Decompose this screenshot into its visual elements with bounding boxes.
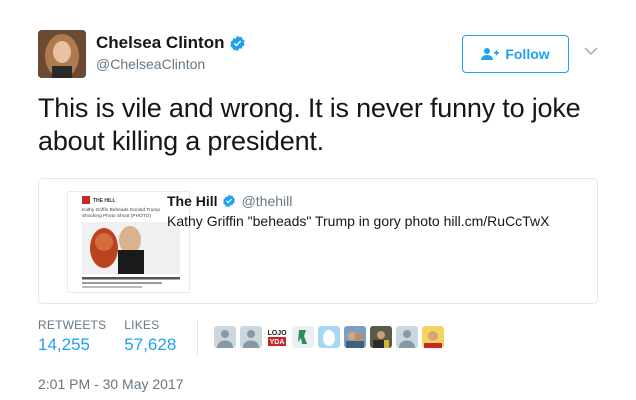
svg-text:LOJO: LOJO <box>267 330 287 337</box>
photo-avatar[interactable] <box>422 326 444 348</box>
chevron-down-icon[interactable] <box>584 46 598 56</box>
likes-stat[interactable]: LIKES 57,628 <box>124 318 176 355</box>
svg-text:Kathy Griffin Beheads Donald T: Kathy Griffin Beheads Donald Trump <box>82 207 160 213</box>
quoted-tweet[interactable]: THE HILL Kathy Griffin Beheads Donald Tr… <box>38 178 598 304</box>
retweets-count[interactable]: 14,255 <box>38 335 106 355</box>
follow-button[interactable]: Follow <box>462 35 569 73</box>
author-name[interactable]: Chelsea Clinton <box>96 33 224 53</box>
author-name-row[interactable]: Chelsea Clinton <box>96 33 246 53</box>
egg-avatar-icon[interactable] <box>318 326 340 348</box>
quoted-author-name[interactable]: The Hill <box>167 193 218 209</box>
photo-avatar[interactable] <box>370 326 392 348</box>
likes-label: LIKES <box>124 318 160 332</box>
quoted-author-row[interactable]: The Hill @thehill <box>167 193 292 209</box>
photo-avatar[interactable] <box>344 326 366 348</box>
retweets-stat[interactable]: RETWEETS 14,255 <box>38 318 106 355</box>
tweet-stats: RETWEETS 14,255 LIKES 57,628 <box>38 318 176 355</box>
follow-button-label: Follow <box>505 46 550 62</box>
quoted-author-handle[interactable]: @thehill <box>242 193 293 209</box>
verified-badge-icon <box>230 35 246 51</box>
tweet-text: This is vile and wrong. It is never funn… <box>38 93 581 156</box>
quoted-tweet-text: Kathy Griffin "beheads" Trump in gory ph… <box>167 213 550 229</box>
liker-avatars: LOJO YDA <box>214 326 444 348</box>
add-user-icon <box>481 48 500 60</box>
svg-text:Shocking Photo Shoot (PHOTO): Shocking Photo Shoot (PHOTO) <box>82 213 151 219</box>
retweets-label: RETWEETS <box>38 318 107 332</box>
green-figure-avatar[interactable] <box>292 326 314 348</box>
author-handle[interactable]: @ChelseaClinton <box>96 56 205 72</box>
likes-count[interactable]: 57,628 <box>124 335 176 355</box>
default-avatar-icon[interactable] <box>214 326 236 348</box>
verified-badge-icon <box>222 194 235 208</box>
svg-text:YDA: YDA <box>270 339 285 346</box>
tweet-timestamp[interactable]: 2:01 PM - 30 May 2017 <box>38 376 184 392</box>
author-avatar[interactable] <box>38 30 86 78</box>
default-avatar-icon[interactable] <box>240 326 262 348</box>
media-header: THE HILL <box>93 198 116 204</box>
default-avatar-icon[interactable] <box>396 326 418 348</box>
stats-divider <box>197 320 198 356</box>
lojo-yda-avatar[interactable]: LOJO YDA <box>266 326 288 348</box>
